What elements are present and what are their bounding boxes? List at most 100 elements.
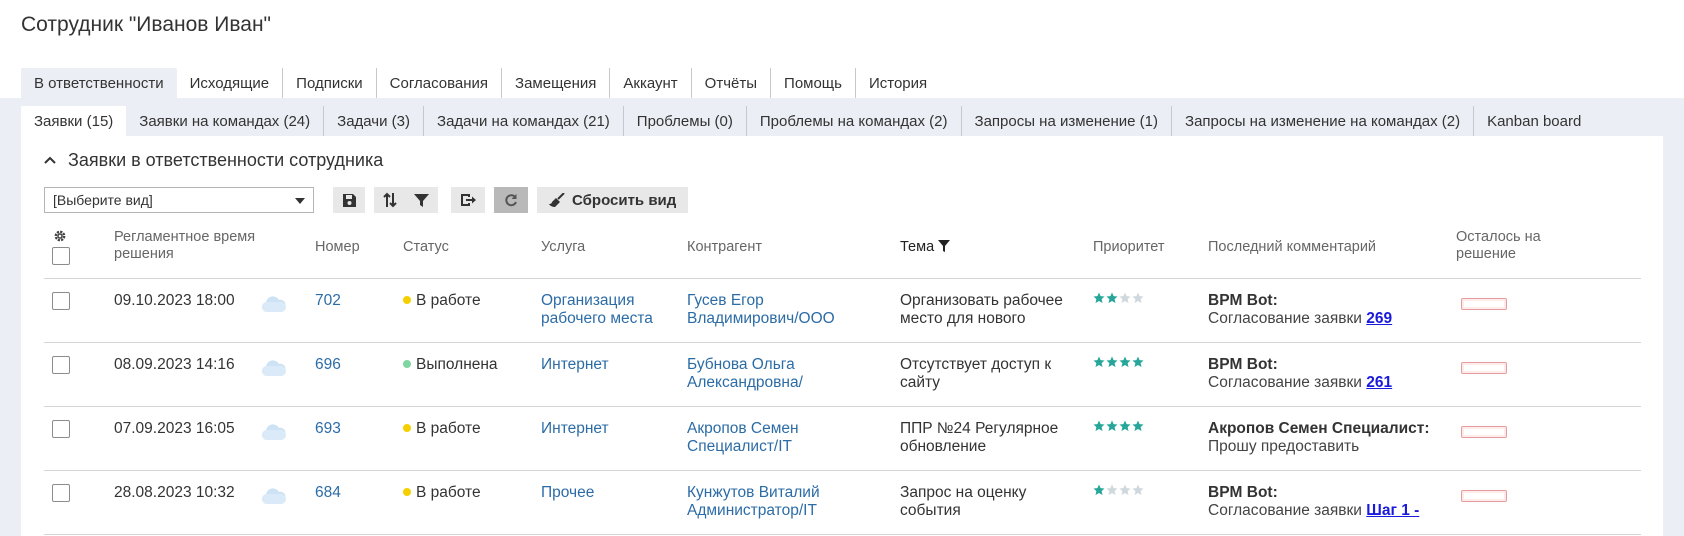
row-contractor-line2: Администратор/IT [687, 502, 817, 519]
col-deadline[interactable]: Регламентное время решения [114, 229, 274, 263]
table-row[interactable]: 28.08.2023 10:32 684 В работе Прочее Кун… [44, 471, 1641, 535]
row-checkbox[interactable] [52, 484, 70, 502]
filter-button[interactable] [405, 187, 438, 213]
select-all-checkbox[interactable] [52, 247, 70, 265]
remaining-time-bar [1461, 490, 1507, 502]
row-status: Выполнена [403, 356, 498, 374]
tab-reports[interactable]: Отчёты [690, 68, 770, 98]
cloud-icon [261, 487, 287, 510]
sort-icon [382, 192, 397, 208]
row-contractor-link[interactable]: Кунжутов Виталий Администратор/IT [687, 484, 887, 520]
col-number[interactable]: Номер [315, 239, 360, 256]
row-number-link[interactable]: 696 [315, 356, 341, 374]
tab-responsibility[interactable]: В ответственности [21, 68, 177, 98]
tab-account[interactable]: Аккаунт [609, 68, 690, 98]
subtab-team-change-requests[interactable]: Запросы на изменение на командах (2) [1171, 106, 1473, 136]
row-service-line2: рабочего места [541, 310, 653, 327]
row-checkbox[interactable] [52, 356, 70, 374]
col-remaining[interactable]: Осталось на решение [1456, 229, 1556, 263]
requests-card: Заявки в ответственности сотрудника [Выб… [21, 136, 1663, 536]
settings-gear-icon[interactable] [53, 229, 67, 248]
row-service-link[interactable]: Интернет [541, 356, 681, 374]
comment-link[interactable]: Шаг 1 - [1366, 502, 1419, 519]
row-number-link[interactable]: 702 [315, 292, 341, 310]
row-deadline: 28.08.2023 10:32 [114, 484, 235, 501]
save-view-button[interactable] [333, 187, 365, 213]
sort-button[interactable] [374, 187, 405, 213]
row-last-comment: BPM Bot: Согласование заявки 261 [1208, 356, 1468, 392]
col-contractor[interactable]: Контрагент [687, 239, 762, 256]
col-status[interactable]: Статус [403, 239, 449, 256]
export-icon [461, 194, 476, 206]
col-subject[interactable]: Тема [900, 239, 951, 256]
row-subject-line1: ППР №24 Регулярное [900, 420, 1059, 437]
star-filled-icon [1093, 420, 1105, 431]
table-row[interactable]: 07.09.2023 16:05 693 В работе Интернет А… [44, 407, 1641, 471]
star-filled-icon [1132, 420, 1144, 431]
row-service-link[interactable]: Интернет [541, 420, 681, 438]
status-dot [403, 424, 411, 432]
comment-text: Прошу предоставить [1208, 438, 1360, 455]
row-checkbox[interactable] [52, 292, 70, 310]
col-last-comment[interactable]: Последний комментарий [1208, 239, 1376, 256]
star-filled-icon [1106, 356, 1118, 367]
tab-history[interactable]: История [854, 68, 940, 98]
section-header[interactable]: Заявки в ответственности сотрудника [44, 150, 383, 171]
row-last-comment: Акропов Семен Специалист: Прошу предостав… [1208, 420, 1468, 456]
table-row[interactable]: 09.10.2023 18:00 702 В работе Организаци… [44, 279, 1641, 343]
col-service[interactable]: Услуга [541, 239, 585, 256]
row-contractor-line2: Александровна/ [687, 374, 803, 391]
tab-outgoing[interactable]: Исходящие [177, 68, 283, 98]
reset-view-button[interactable]: Сбросить вид [537, 187, 689, 213]
tab-approvals[interactable]: Согласования [375, 68, 501, 98]
tab-help[interactable]: Помощь [770, 68, 855, 98]
star-filled-icon [1132, 356, 1144, 367]
star-filled-icon [1093, 356, 1105, 367]
subtab-change-requests[interactable]: Запросы на изменение (1) [960, 106, 1172, 136]
table-row[interactable]: 08.09.2023 14:16 696 Выполнена Интернет … [44, 343, 1641, 407]
refresh-button[interactable] [494, 187, 528, 213]
row-subject-line1: Организовать рабочее [900, 292, 1063, 309]
row-checkbox[interactable] [52, 420, 70, 438]
row-status-label: В работе [416, 484, 481, 501]
row-service-line1: Организация [541, 292, 635, 309]
star-empty-icon [1119, 484, 1131, 495]
view-select[interactable]: [Выберите вид] [44, 187, 314, 213]
chevron-up-icon[interactable] [44, 152, 56, 167]
subtab-tasks[interactable]: Задачи (3) [323, 106, 423, 136]
tab-substitutions[interactable]: Замещения [501, 68, 609, 98]
row-deadline: 08.09.2023 14:16 [114, 356, 235, 373]
row-service-link[interactable]: Прочее [541, 484, 681, 502]
row-contractor-link[interactable]: Гусев Егор Владимирович/ООО [687, 292, 887, 328]
row-subject: Запрос на оценку события [900, 484, 1080, 520]
row-contractor-link[interactable]: Акропов Семен Специалист/IT [687, 420, 887, 456]
comment-link[interactable]: 261 [1366, 374, 1392, 391]
requests-table: Регламентное время решения Номер Статус … [44, 226, 1641, 535]
tab-subscriptions[interactable]: Подписки [282, 68, 376, 98]
row-contractor-line2: Владимирович/ООО [687, 310, 835, 327]
subtab-team-problems[interactable]: Проблемы на командах (2) [745, 106, 961, 136]
row-deadline: 09.10.2023 18:00 [114, 292, 235, 309]
reset-view-label: Сбросить вид [572, 191, 677, 209]
row-number-link[interactable]: 684 [315, 484, 341, 502]
row-number-link[interactable]: 693 [315, 420, 341, 438]
row-service-link[interactable]: Организация рабочего места [541, 292, 681, 328]
remaining-time-bar [1461, 426, 1507, 438]
subtab-team-requests[interactable]: Заявки на командах (24) [126, 106, 323, 136]
subtab-problems[interactable]: Проблемы (0) [622, 106, 746, 136]
col-priority[interactable]: Приоритет [1093, 239, 1165, 256]
star-empty-icon [1132, 484, 1144, 495]
row-contractor-line1: Акропов Семен [687, 420, 799, 437]
export-button[interactable] [451, 187, 485, 213]
sub-tabs: Заявки (15) Заявки на командах (24) Зада… [21, 106, 1594, 136]
row-contractor-link[interactable]: Бубнова Ольга Александровна/ [687, 356, 887, 392]
content-panel: Заявки (15) Заявки на командах (24) Зада… [0, 98, 1684, 536]
subtab-team-tasks[interactable]: Задачи на командах (21) [423, 106, 623, 136]
subtab-kanban[interactable]: Kanban board [1473, 106, 1594, 136]
row-deadline: 07.09.2023 16:05 [114, 420, 235, 437]
filter-icon [414, 193, 429, 207]
row-status-label: В работе [416, 292, 481, 309]
subtab-requests[interactable]: Заявки (15) [21, 106, 127, 136]
comment-link[interactable]: 269 [1366, 310, 1392, 327]
remaining-time-bar [1461, 298, 1507, 310]
